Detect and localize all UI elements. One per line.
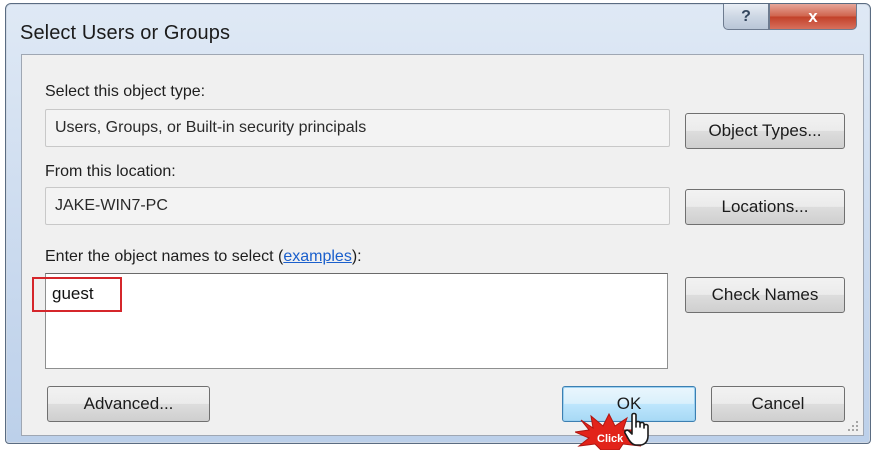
location-label: From this location: <box>45 163 176 180</box>
location-value: JAKE-WIN7-PC <box>55 197 168 214</box>
title-bar[interactable]: Select Users or Groups ? x <box>6 4 870 56</box>
object-type-field: Users, Groups, or Built-in security prin… <box>45 109 670 147</box>
close-icon: x <box>808 6 818 26</box>
cancel-button[interactable]: Cancel <box>711 386 845 422</box>
hand-cursor-icon <box>624 412 649 446</box>
object-type-value: Users, Groups, or Built-in security prin… <box>55 119 367 136</box>
object-names-label-prefix: Enter the object names to select ( <box>45 248 284 265</box>
dialog-body: Select this object type: Users, Groups, … <box>21 54 864 436</box>
dialog-window: Select Users or Groups ? x Select this o… <box>5 3 871 444</box>
advanced-button[interactable]: Advanced... <box>47 386 210 422</box>
object-names-label-suffix: ): <box>351 248 362 265</box>
object-type-label: Select this object type: <box>45 83 206 100</box>
close-button[interactable]: x <box>769 4 857 30</box>
examples-link[interactable]: examples <box>283 248 351 265</box>
window-title: Select Users or Groups <box>20 22 231 44</box>
highlight-box <box>32 277 122 312</box>
click-label: Click <box>597 433 624 445</box>
locations-button[interactable]: Locations... <box>685 189 845 225</box>
check-names-button[interactable]: Check Names <box>685 277 845 313</box>
object-types-button[interactable]: Object Types... <box>685 113 845 149</box>
location-field: JAKE-WIN7-PC <box>45 187 670 225</box>
help-icon: ? <box>741 7 751 25</box>
object-names-label: Enter the object names to select (exampl… <box>45 248 362 266</box>
object-names-input[interactable]: guest <box>45 273 668 369</box>
help-button[interactable]: ? <box>723 4 769 30</box>
resize-grip-icon[interactable] <box>847 420 859 432</box>
